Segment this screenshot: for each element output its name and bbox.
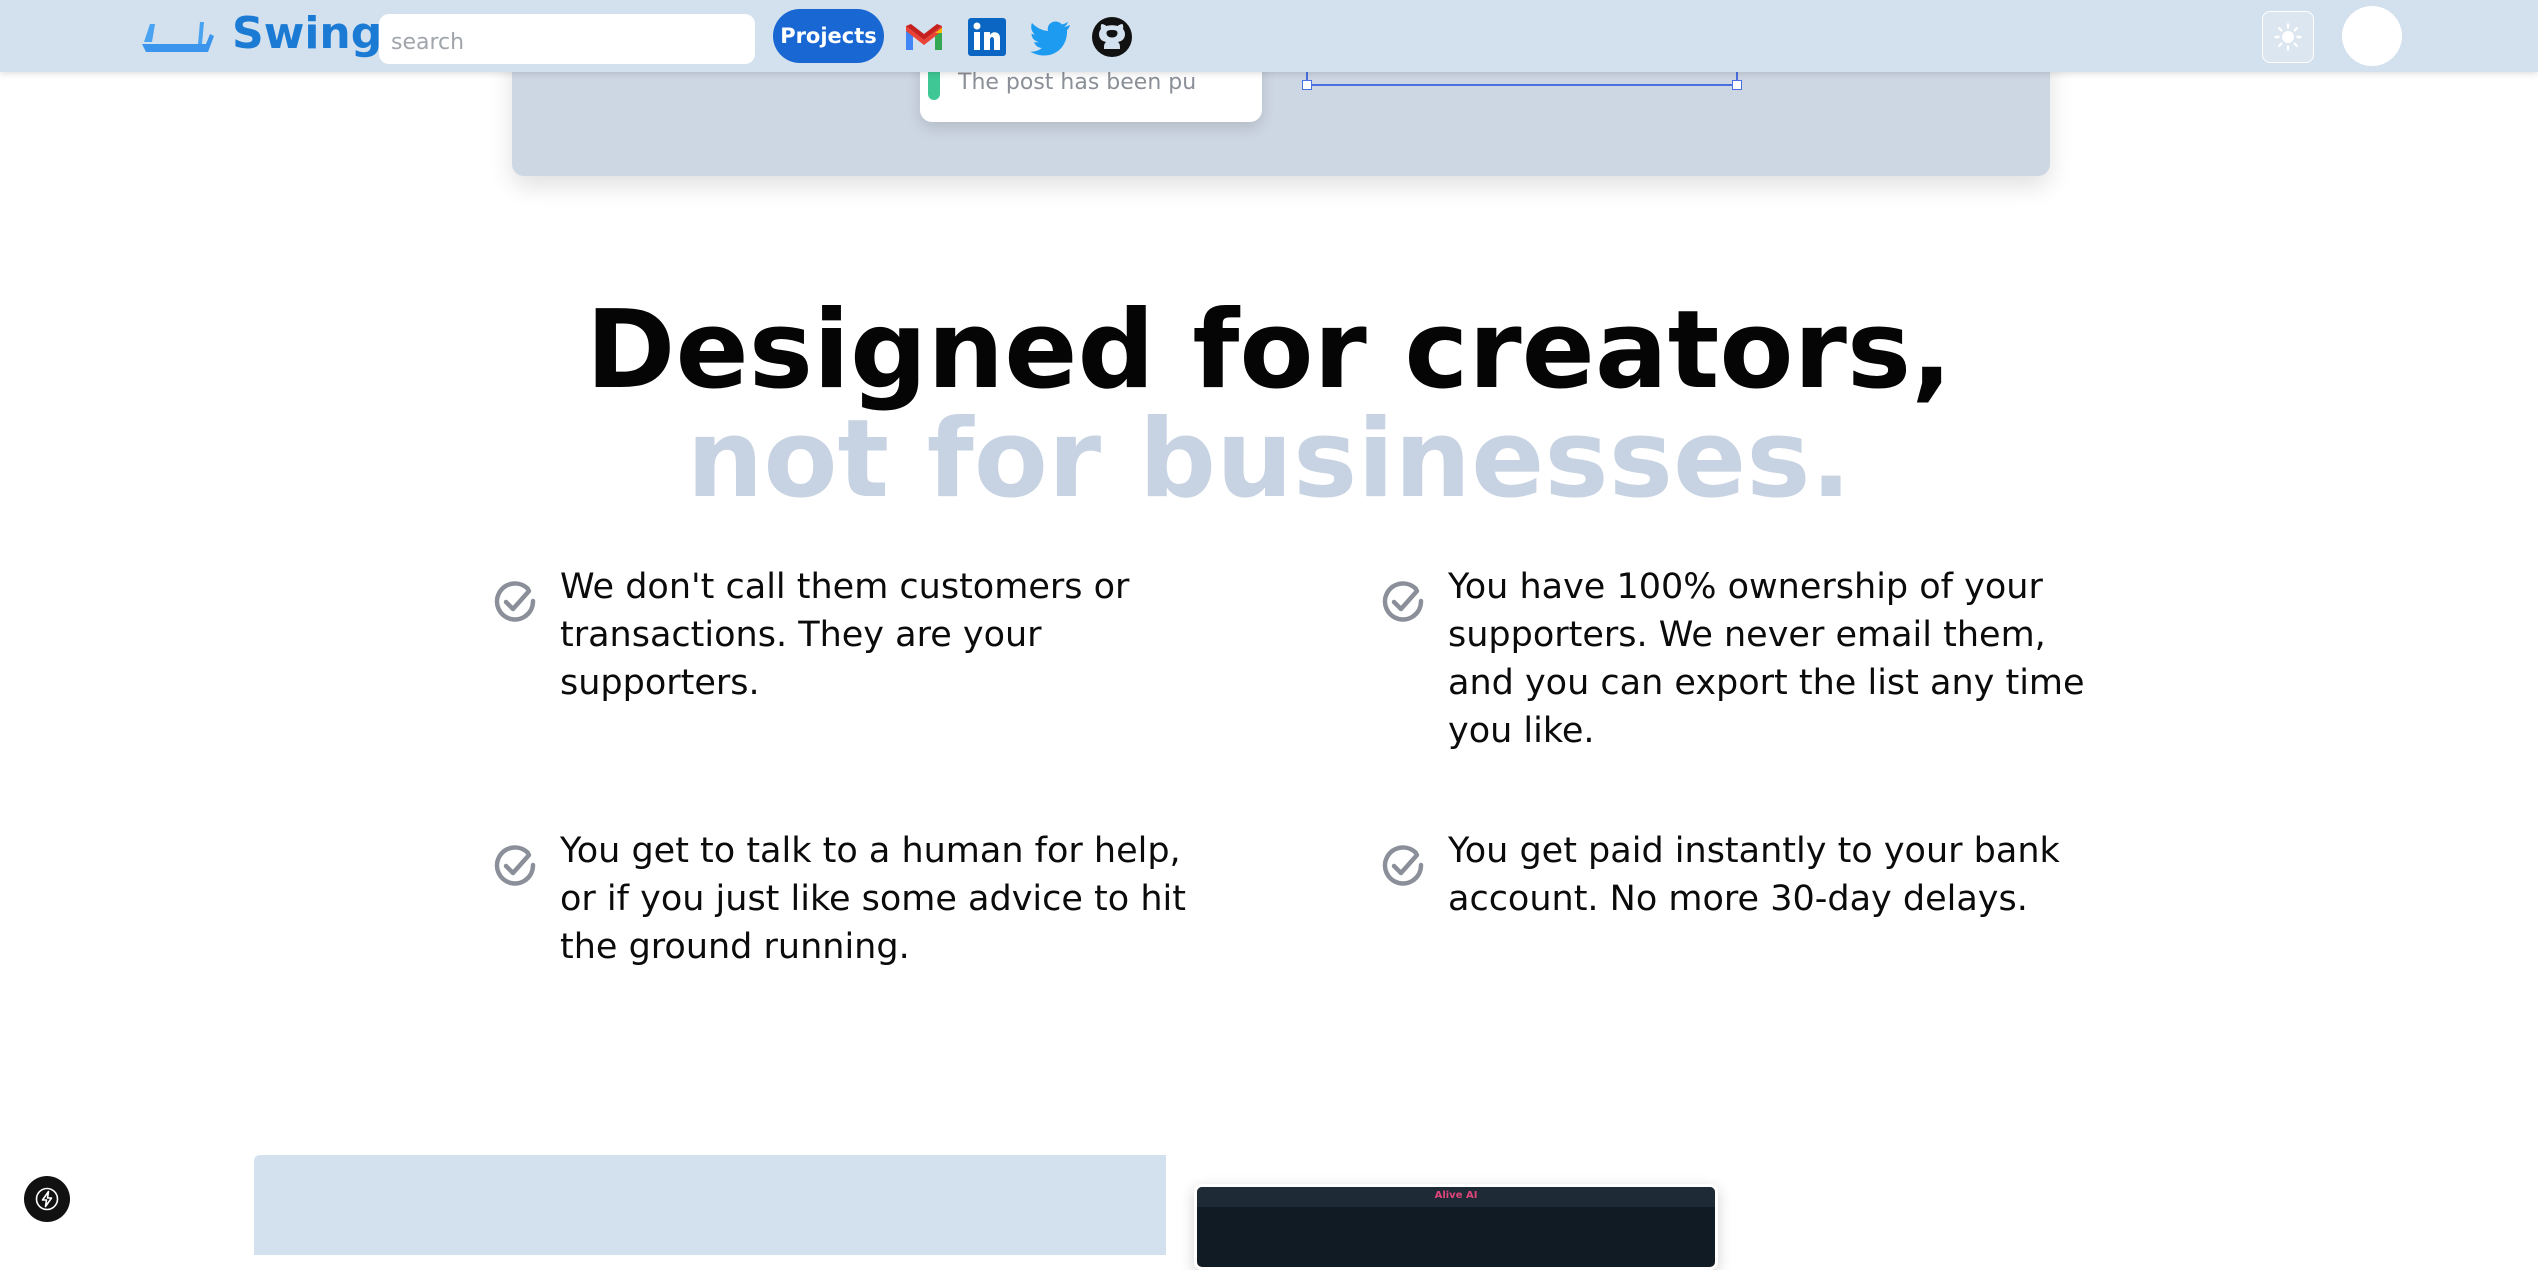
sun-icon — [2274, 23, 2302, 51]
top-navbar: Swing Projects — [0, 0, 2538, 72]
feature-text: You get to talk to a human for help, or … — [560, 831, 1186, 967]
gmail-icon[interactable] — [903, 16, 945, 58]
twitter-icon[interactable] — [1030, 16, 1072, 58]
resize-handle[interactable] — [1732, 80, 1742, 90]
resize-handle[interactable] — [1302, 80, 1312, 90]
app-titlebar: Alive AI — [1197, 1187, 1715, 1207]
toast-message: The post has been pu — [958, 70, 1197, 95]
lightning-bolt-icon — [35, 1187, 59, 1211]
brand-name[interactable]: Swing — [232, 6, 382, 62]
linkedin-icon[interactable] — [966, 16, 1008, 58]
quick-action-button[interactable] — [24, 1176, 70, 1222]
bottom-showcase-panel — [254, 1155, 1166, 1255]
feature-text: You have 100% ownership of your supporte… — [1448, 567, 2085, 751]
check-circle-icon — [1382, 581, 1424, 622]
app-preview-window: Alive AI — [1194, 1184, 1718, 1270]
user-avatar[interactable] — [2342, 6, 2402, 66]
search-input[interactable] — [379, 14, 755, 64]
check-circle-icon — [1382, 845, 1424, 886]
headline-secondary: not for businesses. — [686, 397, 1852, 522]
app-title: Alive AI — [1434, 1190, 1478, 1201]
headline-primary: Designed for creators, — [585, 288, 1953, 413]
github-icon[interactable] — [1091, 16, 1133, 58]
check-circle-icon — [494, 581, 536, 622]
feature-text: You get paid instantly to your bank acco… — [1448, 831, 2060, 919]
check-circle-icon — [494, 845, 536, 886]
projects-button[interactable]: Projects — [773, 9, 884, 63]
feature-text: We don't call them customers or transact… — [560, 567, 1130, 703]
swing-logo-icon[interactable] — [140, 16, 214, 56]
theme-toggle-button[interactable] — [2262, 11, 2314, 63]
